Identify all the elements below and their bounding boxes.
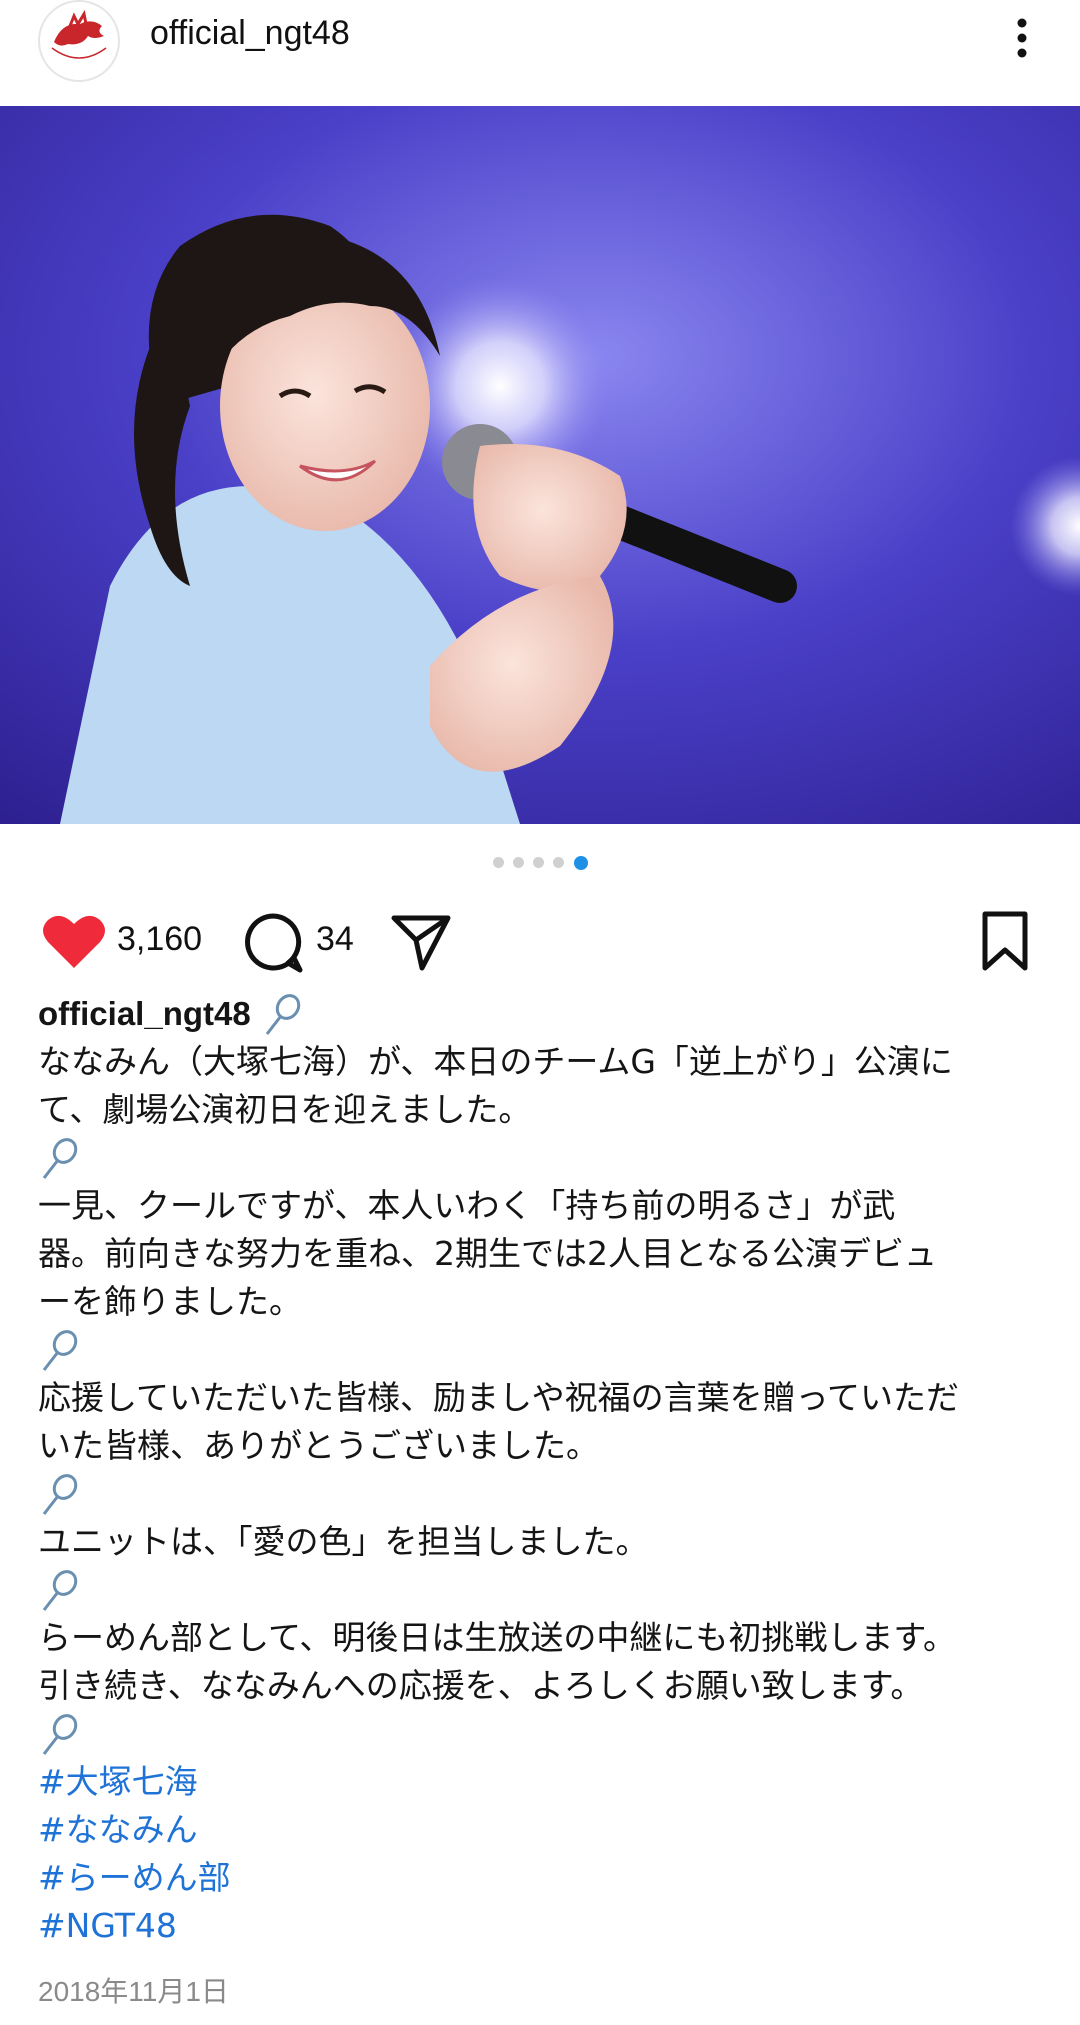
caption-line: [38, 1134, 1048, 1182]
caption-line: て、劇場公演初日を迎えました。: [38, 1090, 532, 1129]
badminton-racket-icon: [266, 993, 301, 1035]
caption-line: らーめん部として、明後日は生放送の中継にも初挑戦します。: [38, 1618, 957, 1657]
ngt48-logo-icon: [51, 9, 107, 59]
carousel-dot-active: [574, 856, 588, 870]
comment-icon[interactable]: [242, 912, 304, 974]
carousel-dot: [513, 857, 524, 868]
caption-line: [38, 1326, 1048, 1374]
comment-count[interactable]: 34: [316, 920, 354, 959]
share-send-icon[interactable]: [390, 912, 452, 972]
hashtag-link[interactable]: #大塚七海: [38, 1758, 1048, 1806]
caption-line: ななみん（大塚七海）が、本日のチームG「逆上がり」公演に: [38, 1042, 953, 1081]
hashtag-link[interactable]: #ななみん: [38, 1806, 1048, 1854]
caption-line: [38, 1710, 1048, 1758]
hashtag-link[interactable]: #らーめん部: [38, 1854, 1048, 1902]
caption-line: 引き続き、ななみんへの応援を、よろしくお願い致します。: [38, 1666, 924, 1705]
like-count[interactable]: 3,160: [117, 920, 202, 959]
caption-line: 一見、クールですが、本人いわく「持ち前の明るさ」が武: [38, 1186, 896, 1225]
caption-line: [38, 1470, 1048, 1518]
caption-line: 応援していただいた皆様、励ましや祝福の言葉を贈っていただ: [38, 1378, 960, 1417]
badminton-racket-icon: [42, 1137, 78, 1179]
post-image[interactable]: [0, 106, 1080, 824]
bookmark-icon[interactable]: [980, 910, 1030, 972]
caption-line: 器。前向きな努力を重ね、2期生では2人目となる公演デビュ: [38, 1234, 938, 1273]
carousel-indicator: [0, 856, 1080, 873]
post-date: 2018年11月1日: [38, 1976, 229, 2007]
more-options-icon[interactable]: [1010, 14, 1034, 62]
action-bar: 3,160 34: [0, 902, 1080, 982]
caption-line: ユニットは、「愛の色」を担当しました。: [38, 1522, 649, 1561]
carousel-dot: [533, 857, 544, 868]
like-heart-icon[interactable]: [42, 912, 106, 970]
badminton-racket-icon: [42, 1329, 78, 1371]
carousel-dot: [553, 857, 564, 868]
badminton-racket-icon: [42, 1473, 78, 1515]
caption-line: [38, 1566, 1048, 1614]
carousel-dot: [493, 857, 504, 868]
post-caption: official_ngt48 ななみん（大塚七海）が、本日のチームG「逆上がり」…: [38, 990, 1048, 1950]
caption-header: official_ngt48: [38, 990, 1048, 1038]
caption-line: ーを飾りました。: [38, 1282, 302, 1321]
caption-username[interactable]: official_ngt48: [38, 995, 251, 1032]
avatar[interactable]: [38, 0, 120, 82]
badminton-racket-icon: [42, 1713, 78, 1755]
hashtag-link[interactable]: #NGT48: [38, 1902, 1048, 1950]
badminton-racket-icon: [42, 1569, 78, 1611]
caption-line: いた皆様、ありがとうございました。: [38, 1426, 599, 1465]
post-header: official_ngt48: [0, 0, 1080, 106]
post-username[interactable]: official_ngt48: [150, 14, 350, 53]
